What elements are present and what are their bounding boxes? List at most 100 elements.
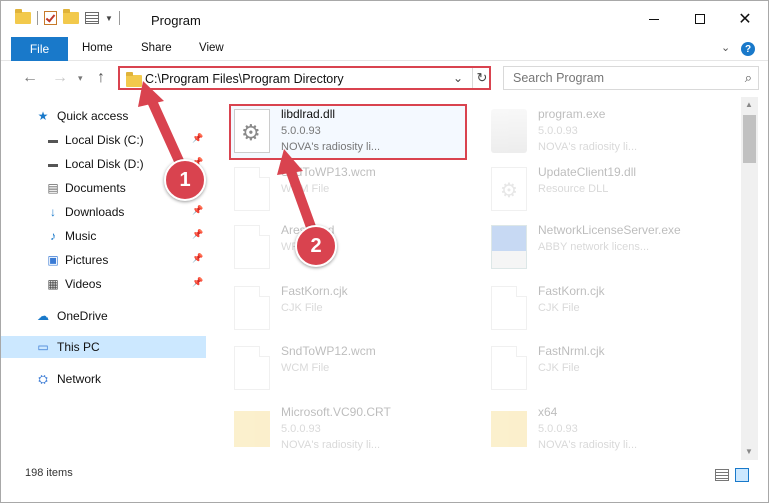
file-type: WCM File — [281, 183, 330, 195]
file-description: NOVA's radiosity li... — [281, 141, 381, 153]
file-name: SndToWP13.wcm — [281, 165, 376, 179]
ribbon-tabs: File Home Share View ⌄ ? — [1, 37, 768, 61]
minimize-button[interactable] — [631, 1, 677, 37]
drive-icon: ▬ — [48, 134, 58, 146]
file-name: FastKorn.cjk — [281, 284, 348, 298]
sidebar-item-local-disk-c[interactable]: ▬ Local Disk (C:) 📌 — [1, 129, 206, 151]
navigation-bar: ← → ▾ ↑ C:\Program Files\Program Directo… — [1, 61, 768, 95]
search-icon[interactable]: ⌕ — [745, 70, 752, 86]
sidebar-item-this-pc[interactable]: ▭ This PC — [1, 336, 206, 358]
file-type: ABBY network licens... — [538, 241, 650, 253]
file-item[interactable]: SndToWP13.wcm WCM File — [234, 163, 484, 223]
file-version: 5.0.0.93 — [538, 423, 578, 435]
pictures-icon: ▣ — [47, 253, 59, 267]
file-item[interactable]: Aresolved WPT File — [234, 221, 484, 281]
vertical-scrollbar[interactable]: ▲ ▼ — [741, 97, 758, 460]
forward-button[interactable]: → — [52, 69, 68, 87]
help-icon[interactable]: ? — [741, 42, 755, 56]
sidebar-item-network[interactable]: ⛭ Network — [1, 368, 206, 390]
quick-access-toolbar: ▼ — [15, 9, 120, 25]
tab-file[interactable]: File — [11, 37, 68, 61]
sidebar-item-label: Music — [65, 229, 97, 243]
file-name: FastKorn.cjk — [538, 284, 605, 298]
navigation-pane: ★ Quick access ▬ Local Disk (C:) 📌 ▬ Loc… — [1, 97, 206, 460]
refresh-button[interactable]: ↻ — [472, 68, 491, 88]
file-name: NetworkLicenseServer.exe — [538, 223, 681, 237]
details-view-icon[interactable] — [715, 469, 729, 481]
separator — [37, 11, 38, 25]
view-properties-icon[interactable] — [85, 12, 99, 24]
callout-badge-1: 1 — [164, 159, 206, 201]
address-bar[interactable]: C:\Program Files\Program Directory ⌄ ↻ — [118, 66, 491, 90]
file-item[interactable]: FastKorn.cjk CJK File — [491, 282, 741, 342]
folder-icon[interactable] — [15, 9, 31, 24]
drive-icon: ▬ — [48, 158, 58, 170]
sidebar-item-onedrive[interactable]: ☁ OneDrive — [1, 305, 206, 327]
file-name: UpdateClient19.dll — [538, 165, 637, 179]
folder-icon — [491, 411, 527, 447]
file-name: FastNrml.cjk — [538, 344, 605, 358]
callout-badge-2: 2 — [295, 225, 337, 267]
sidebar-item-videos[interactable]: ▦ Videos 📌 — [1, 273, 206, 295]
sidebar-item-label: Local Disk (D:) — [65, 157, 144, 171]
file-type: WCM File — [281, 362, 330, 374]
file-icon — [234, 225, 270, 269]
sidebar-item-label: Documents — [65, 181, 126, 195]
expand-ribbon-icon[interactable]: ⌄ — [721, 41, 730, 54]
file-item[interactable]: x64 5.0.0.93 NOVA's radiosity li... — [491, 403, 741, 460]
file-name: x64 — [538, 405, 558, 419]
properties-check-icon[interactable] — [44, 11, 57, 25]
file-icon — [234, 286, 270, 330]
address-dropdown-icon[interactable]: ⌄ — [453, 71, 463, 85]
file-type: CJK File — [281, 302, 323, 314]
search-box[interactable]: Search Program ⌕ — [503, 66, 759, 90]
up-button[interactable]: ↑ — [97, 69, 105, 87]
file-item[interactable]: Microsoft.VC90.CRT 5.0.0.93 NOVA's radio… — [234, 403, 484, 460]
documents-icon: ▤ — [47, 181, 59, 195]
scroll-up-icon[interactable]: ▲ — [745, 100, 753, 109]
sidebar-item-label: Network — [57, 372, 102, 386]
file-item-program-exe[interactable]: program.exe 5.0.0.93 NOVA's radiosity li… — [491, 105, 741, 165]
sidebar-item-label: Local Disk (C:) — [65, 133, 144, 147]
file-type: CJK File — [538, 362, 580, 374]
file-description: NOVA's radiosity li... — [281, 439, 381, 451]
large-icons-view-icon[interactable] — [735, 468, 749, 482]
file-name: libdlrad.dll — [281, 107, 336, 121]
file-type: Resource DLL — [538, 183, 609, 195]
pin-icon: 📌 — [192, 253, 204, 263]
separator — [118, 11, 120, 25]
address-path[interactable]: C:\Program Files\Program Directory — [145, 72, 344, 86]
customize-dropdown-icon[interactable]: ▼ — [105, 14, 113, 23]
file-item[interactable]: SndToWP12.wcm WCM File — [234, 342, 484, 402]
file-description: NOVA's radiosity li... — [538, 141, 638, 153]
file-item[interactable]: NetworkLicenseServer.exe ABBY network li… — [491, 221, 741, 281]
dll-icon — [491, 167, 527, 211]
tab-view[interactable]: View — [199, 42, 224, 54]
scroll-down-icon[interactable]: ▼ — [745, 447, 753, 456]
back-button[interactable]: ← — [22, 69, 38, 87]
new-folder-icon[interactable] — [63, 9, 79, 24]
file-item[interactable]: FastKorn.cjk CJK File — [234, 282, 484, 342]
file-icon — [234, 346, 270, 390]
file-version: 5.0.0.93 — [281, 125, 321, 137]
sidebar-item-downloads[interactable]: ↓ Downloads 📌 — [1, 201, 206, 223]
file-item[interactable]: UpdateClient19.dll Resource DLL — [491, 163, 741, 223]
recent-locations-icon[interactable]: ▾ — [78, 73, 83, 84]
close-icon: ✕ — [738, 11, 752, 28]
file-version: 5.0.0.93 — [281, 423, 321, 435]
sidebar-item-pictures[interactable]: ▣ Pictures 📌 — [1, 249, 206, 271]
scrollbar-thumb[interactable] — [743, 115, 756, 163]
tab-share[interactable]: Share — [141, 42, 172, 54]
explorer-window: ▼ Program ✕ File Home Share View ⌄ ? ← →… — [0, 0, 769, 503]
search-input[interactable]: Search Program — [513, 71, 604, 85]
item-count: 198 items — [25, 467, 73, 479]
sidebar-item-label: Downloads — [65, 205, 125, 219]
file-item[interactable]: FastNrml.cjk CJK File — [491, 342, 741, 402]
file-name: SndToWP12.wcm — [281, 344, 376, 358]
sidebar-item-quick-access[interactable]: ★ Quick access — [1, 105, 206, 127]
tab-home[interactable]: Home — [82, 42, 113, 54]
maximize-button[interactable] — [677, 1, 723, 37]
close-button[interactable]: ✕ — [722, 1, 768, 37]
sidebar-item-music[interactable]: ♪ Music 📌 — [1, 225, 206, 247]
file-item-libdlrad[interactable]: libdlrad.dll 5.0.0.93 NOVA's radiosity l… — [234, 105, 484, 165]
